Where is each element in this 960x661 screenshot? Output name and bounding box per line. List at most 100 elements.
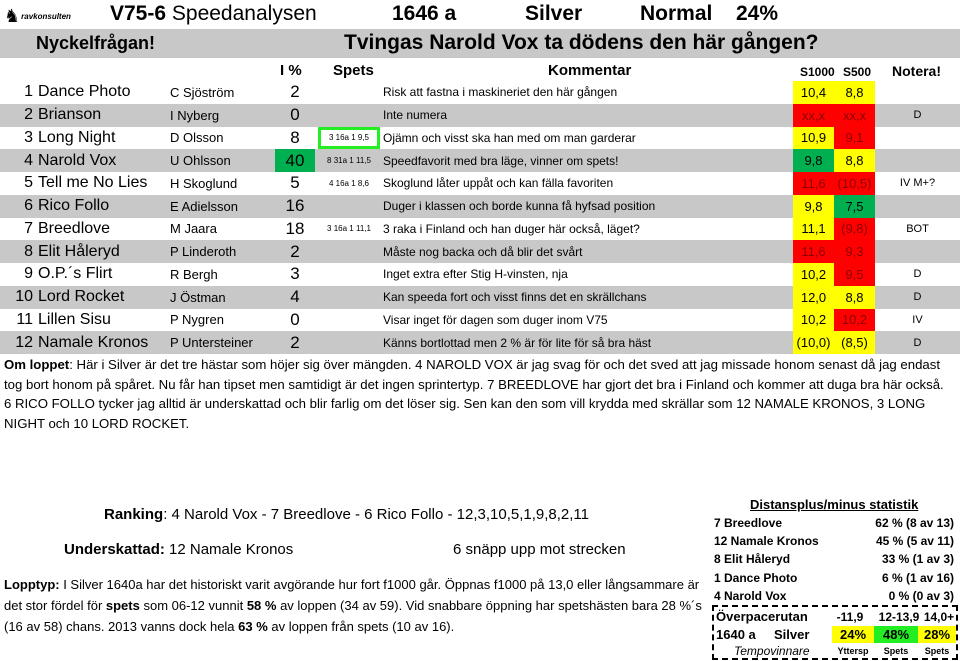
distance-stat-horse: 12 Namale Kronos [714, 534, 819, 549]
comment: Kan speeda fort och visst finns det en s… [383, 290, 647, 305]
win-percent: 5 [290, 173, 300, 193]
s1000-value: 11,6 [793, 172, 834, 195]
note: BOT [906, 222, 929, 235]
table-row: 6 Rico Follo E Adielsson 16 Duger i klassen … [0, 194, 960, 218]
race-percent: 24% [736, 2, 779, 25]
key-question-label: Nyckelfrågan! [36, 33, 156, 53]
horse-number: 7 [24, 219, 33, 237]
driver-name: U Ohlsson [170, 153, 231, 169]
s500-value: 9,5 [834, 263, 875, 286]
note: IV [912, 313, 923, 326]
col-header-s500: S500 [843, 65, 872, 79]
table-row: 3 Long Night D Olsson 8 3 16a 1 9,5 Ojämn och… [0, 126, 960, 150]
table-row: 12 Namale Kronos P Untersteiner 2 Känns bort… [0, 331, 960, 354]
race-type-text: av loppen från spets (10 av 16). [267, 619, 455, 634]
logo-text: ravkonsulten [21, 11, 71, 21]
distance-stat-value: 45 % (5 av 11) [875, 534, 954, 549]
lead-stats [318, 286, 380, 309]
race-type-bold: 63 % [238, 619, 268, 634]
horse-cell: 11 Lillen Sisu [0, 309, 170, 332]
s500-value: 8,8 [834, 149, 875, 172]
comment: 3 raka i Finland och han duger här också… [383, 221, 640, 236]
underrated-label: Underskattad: [64, 541, 165, 558]
overpace-value: 28% [918, 626, 956, 643]
win-percent: 18 [285, 218, 305, 238]
horse-number: 2 [24, 106, 33, 124]
table-row: 1 Dance Photo C Sjöström 2 Risk att fastna i… [0, 81, 960, 104]
driver-name: M Jaara [170, 221, 217, 237]
lead-stats [318, 104, 380, 127]
distance-stat-row: 1 Dance Photo 6 % (1 av 16) [714, 571, 956, 589]
horse-cell: 6 Rico Follo [0, 195, 170, 218]
lead-stats [318, 81, 380, 104]
distance-stat-horse: 4 Narold Vox [714, 588, 787, 603]
ranking-label: Ranking [104, 506, 164, 523]
lead-stats [318, 195, 380, 218]
horse-cell: 4 Narold Vox [0, 149, 170, 172]
s1000-value: 10,2 [793, 263, 834, 286]
win-percent: 0 [290, 105, 300, 125]
driver-name: P Untersteiner [170, 335, 253, 351]
horse-name: Rico Follo [38, 197, 110, 215]
distance-stat-value: 62 % (8 av 13) [875, 516, 954, 530]
race-type: Lopptyp: I Silver 1640a har det historis… [4, 574, 704, 637]
distance-stat-row: 7 Breedlove 62 % (8 av 13) [714, 516, 956, 534]
table-row: 8 Elit Håleryd P Linderoth 2 Måste nog backa… [0, 240, 960, 263]
note [875, 149, 960, 172]
s500-value: 9,1 [834, 126, 875, 150]
driver-name: C Sjöström [170, 84, 235, 100]
comment: Speedfavorit med bra läge, vinner om spe… [383, 153, 619, 168]
horse-cell: 12 Namale Kronos [0, 331, 170, 354]
horse-logo-icon: ♞ [4, 6, 21, 26]
driver-name: H Skoglund [170, 175, 238, 191]
s500-value: 9,3 [834, 240, 875, 263]
race-description: Om loppet: Här i Silver är det tre hästa… [4, 355, 954, 433]
col-header-ip: I % [280, 62, 302, 79]
horse-cell: 5 Tell me No Lies [0, 172, 170, 195]
s500-value: 8,8 [834, 285, 875, 309]
race-type-bold: 58 % [246, 598, 277, 613]
lead-stats: 3 16a 1 9,5 [318, 126, 380, 150]
overpace-subtitle: Tempovinnare [734, 644, 810, 658]
comment: Inget extra efter Stig H-vinsten, nja [383, 267, 568, 282]
s1000-value: 12,0 [793, 285, 834, 309]
table-row: 7 Breedlove M Jaara 18 3 16a 1 11,1 3 raka i … [0, 217, 960, 241]
s500-value: 8,8 [834, 81, 875, 104]
col-header-s1000: S1000 [800, 65, 835, 79]
comment: Risk att fastna i maskineriet den här gå… [383, 85, 618, 100]
s1000-value: 11,1 [793, 217, 834, 241]
overpace-value: 48% [874, 626, 918, 643]
overpace-winner: Yttersp [837, 646, 869, 656]
comment: Känns bortlottad men 2 % är för lite för… [383, 335, 652, 350]
distance-stat-horse: 7 Breedlove [714, 516, 783, 530]
note [875, 195, 960, 218]
lead-stats [318, 240, 380, 263]
race-class: Silver [525, 2, 583, 25]
driver-name: R Bergh [170, 266, 218, 282]
horse-number: 3 [24, 128, 33, 146]
s1000-value: 10,2 [793, 308, 834, 332]
win-percent: 40 [275, 149, 315, 172]
horse-number: 5 [24, 174, 33, 192]
horse-table: 1 Dance Photo C Sjöström 2 Risk att fastna i… [0, 81, 960, 354]
race-type-text: som 06-12 vunnit [139, 598, 247, 613]
s500-value: (9,8) [834, 217, 875, 241]
s500-value: (10,5) [834, 172, 875, 195]
col-header-kommentar: Kommentar [548, 62, 632, 79]
table-row: 4 Narold Vox U Ohlsson 40 8 31a 1 11,5 Speedf… [0, 149, 960, 172]
driver-name: E Adielsson [170, 198, 238, 214]
horse-name: Brianson [38, 106, 102, 124]
overpace-box: Överpacerutan -11,9 12-13,9 14,0+ 1640 a… [712, 605, 958, 660]
win-percent: 2 [290, 241, 300, 261]
horse-cell: 9 O.P.´s Flirt [0, 263, 170, 286]
logo: ♞ ravkonsulten [4, 4, 84, 28]
distance-stat-horse: 8 Elit Håleryd [714, 552, 791, 567]
horse-number: 9 [24, 265, 33, 283]
col-header-spets: Spets [333, 62, 374, 79]
horse-name: O.P.´s Flirt [38, 265, 113, 283]
win-percent: 16 [285, 196, 305, 216]
horse-name: Namale Kronos [38, 333, 149, 351]
horse-number: 10 [15, 288, 33, 306]
lead-stats [318, 331, 380, 354]
horse-number: 6 [24, 197, 33, 215]
